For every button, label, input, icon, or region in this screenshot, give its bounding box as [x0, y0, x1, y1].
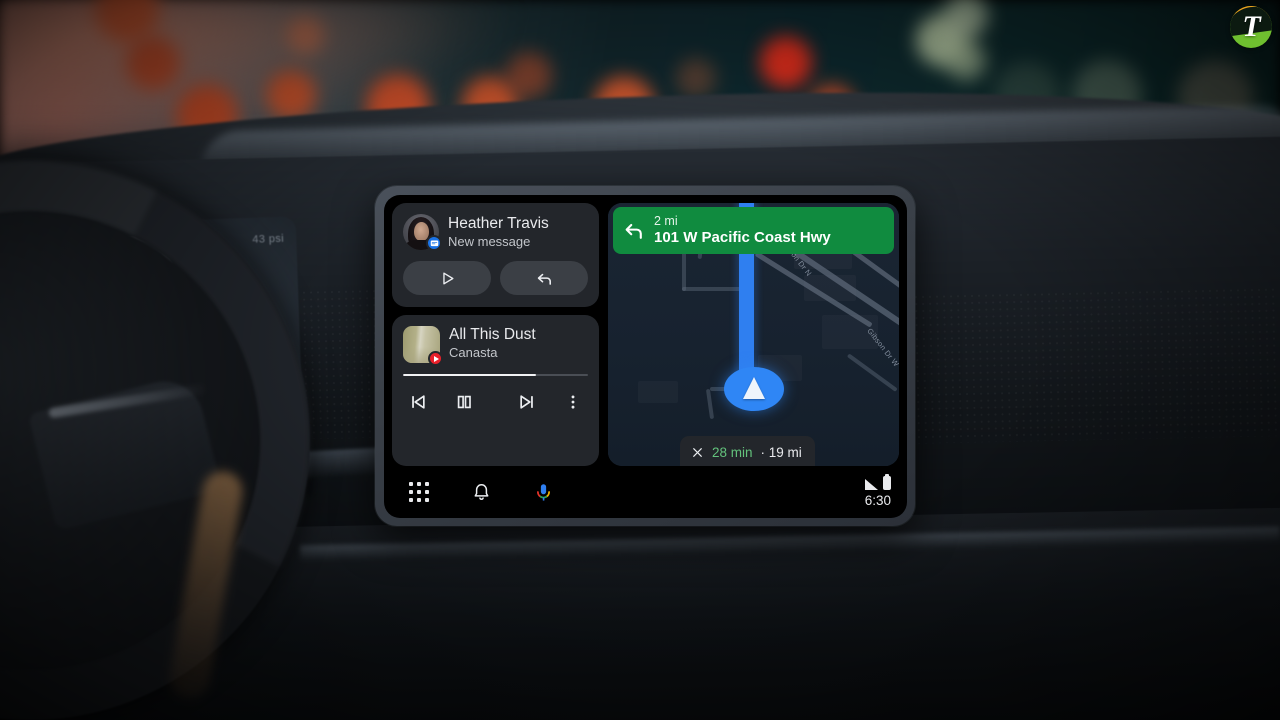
watermark-logo: T — [1230, 6, 1272, 48]
media-header: All This Dust Canasta — [403, 326, 588, 366]
maneuver-street: 101 W Pacific Coast Hwy — [654, 229, 831, 247]
play-message-button[interactable] — [403, 261, 491, 295]
skip-previous-icon — [412, 395, 425, 409]
bokeh-light — [760, 36, 812, 88]
previous-track-button[interactable] — [403, 388, 433, 416]
app-launcher-button[interactable] — [406, 479, 432, 505]
media-text-block: All This Dust Canasta — [449, 326, 536, 360]
car-infotainment-display: Heather Travis New message All This Dust… — [375, 186, 915, 526]
eta-distance: · 19 mi — [760, 444, 802, 460]
sender-name: Heather Travis — [448, 215, 549, 232]
pause-icon — [458, 395, 472, 409]
notification-subtitle: New message — [448, 234, 531, 250]
avatar — [403, 214, 442, 251]
navigation-instruction-banner: 2 mi 101 W Pacific Coast Hwy — [613, 207, 894, 254]
messages-icon — [426, 235, 442, 251]
taskbar-status-group: 6:30 — [864, 473, 891, 509]
youtube-music-icon — [428, 351, 443, 366]
grid-dot — [409, 498, 413, 502]
taskbar: 6:30 — [384, 466, 907, 518]
assistant-button[interactable] — [530, 479, 556, 505]
clock: 6:30 — [864, 493, 891, 509]
navigation-map-panel[interactable]: Gibson Dr N Gibson Dr W 2 mi 101 W Pacif… — [608, 203, 899, 466]
more-options-button[interactable] — [558, 388, 588, 416]
skip-next-icon — [520, 395, 533, 409]
heading-arrow-icon — [743, 377, 765, 399]
eta-chip[interactable]: 28 min · 19 mi — [680, 436, 815, 466]
bokeh-light — [946, 40, 986, 80]
grid-dot — [425, 498, 429, 502]
notification-actions — [403, 261, 588, 295]
next-track-button[interactable] — [496, 388, 559, 416]
messages-glyph — [430, 240, 438, 246]
navigation-texts: 2 mi 101 W Pacific Coast Hwy — [654, 214, 831, 247]
overflow-menu-icon — [571, 395, 575, 409]
grid-dot — [417, 490, 421, 494]
bell-icon — [474, 483, 488, 500]
eta-time: 28 min — [712, 444, 753, 460]
grid-dot — [417, 498, 421, 502]
maneuver-distance: 2 mi — [654, 214, 678, 229]
microphone-icon — [536, 483, 550, 501]
battery-icon — [883, 473, 891, 491]
album-art-wrap — [403, 326, 443, 366]
message-notification-card[interactable]: Heather Travis New message — [392, 203, 599, 307]
map-road — [682, 249, 686, 291]
turn-left-glyph — [625, 223, 642, 239]
pause-button[interactable] — [433, 388, 496, 416]
apps-grid-icon — [409, 482, 429, 502]
taskbar-left-group — [406, 479, 556, 505]
notification-text-block: Heather Travis New message — [448, 214, 549, 249]
android-auto-screen: Heather Travis New message All This Dust… — [384, 195, 907, 518]
notifications-button[interactable] — [468, 479, 494, 505]
notification-header: Heather Travis New message — [403, 214, 588, 251]
media-controls — [403, 388, 588, 416]
playback-progress-fill — [403, 374, 537, 376]
bokeh-light — [126, 36, 180, 90]
map-block — [638, 381, 678, 403]
screen-content: Heather Travis New message All This Dust… — [384, 195, 907, 466]
left-column: Heather Travis New message All This Dust… — [392, 203, 599, 466]
grid-dot — [409, 490, 413, 494]
playback-progress-bar[interactable] — [403, 374, 588, 376]
status-icons — [865, 473, 891, 491]
cellular-signal-icon — [865, 479, 878, 491]
reply-message-button[interactable] — [500, 261, 588, 295]
bokeh-light — [286, 16, 324, 54]
media-player-card[interactable]: All This Dust Canasta — [392, 315, 599, 466]
turn-left-icon — [623, 220, 645, 242]
grid-dot — [417, 482, 421, 486]
grid-dot — [425, 490, 429, 494]
grid-dot — [425, 482, 429, 486]
reply-arrow-icon — [537, 273, 551, 285]
grid-dot — [409, 482, 413, 486]
close-icon[interactable] — [691, 446, 704, 459]
bokeh-light — [506, 52, 552, 98]
youtube-music-play-glyph — [433, 355, 439, 362]
play-icon — [442, 272, 453, 284]
speaker-grille-right — [898, 286, 1280, 444]
bokeh-light — [266, 70, 316, 120]
track-title: All This Dust — [449, 326, 536, 343]
track-artist: Canasta — [449, 345, 498, 361]
logo-letter: T — [1242, 10, 1260, 43]
bokeh-light — [676, 58, 716, 98]
tire-pressure-front-right: 43 psi — [252, 232, 285, 246]
close-glyph — [693, 447, 702, 457]
location-puck — [724, 367, 784, 411]
